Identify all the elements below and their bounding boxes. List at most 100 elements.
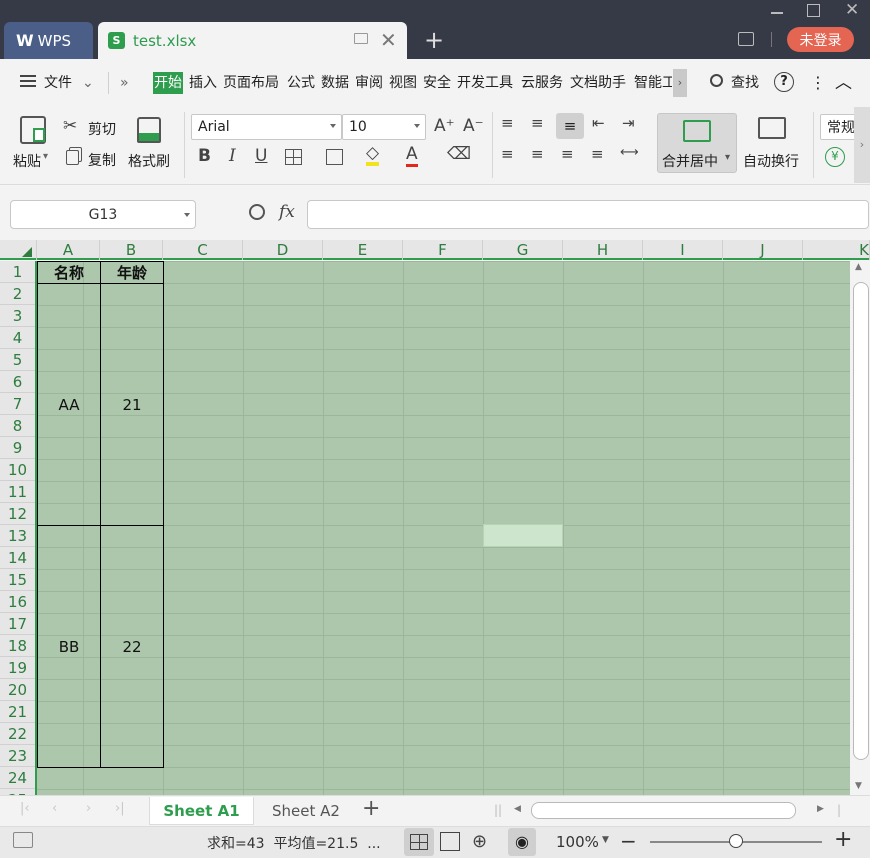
merge-center-button[interactable]: 合并居中 ▾ <box>657 113 737 173</box>
align-bottom-icon[interactable]: ≡ <box>556 113 584 139</box>
fill-color-icon[interactable]: ◇ <box>366 144 380 166</box>
tab-page-layout[interactable]: 页面布局 <box>223 72 279 94</box>
tab-developer[interactable]: 开发工具 <box>457 72 513 94</box>
bold-button[interactable]: B <box>198 146 211 166</box>
copy-button[interactable]: 复制 <box>88 150 116 170</box>
more-options-icon[interactable]: ⋮ <box>810 72 826 94</box>
fill-pattern-icon[interactable] <box>326 149 343 165</box>
cell-a13-merged-name[interactable]: BB <box>37 525 101 768</box>
scroll-left-icon[interactable]: ◀ <box>514 804 521 814</box>
col-header-e[interactable]: E <box>323 240 403 260</box>
add-sheet-button[interactable]: + <box>362 796 380 822</box>
scroll-right-icon[interactable]: ▶ <box>817 804 824 814</box>
currency-icon[interactable]: ¥ <box>825 147 845 167</box>
col-header-i[interactable]: I <box>643 240 723 260</box>
borders-icon[interactable] <box>285 149 302 165</box>
row-header-5[interactable]: 5 <box>0 349 35 371</box>
row-header-23[interactable]: 23 <box>0 745 35 767</box>
underline-button[interactable]: U <box>255 146 267 166</box>
row-header-8[interactable]: 8 <box>0 415 35 437</box>
col-header-h[interactable]: H <box>563 240 643 260</box>
help-icon[interactable]: ? <box>774 72 794 92</box>
tab-split-handle[interactable]: || <box>494 803 502 817</box>
zoom-dropdown-icon[interactable]: ▼ <box>602 835 609 845</box>
search-label[interactable]: 查找 <box>731 72 759 94</box>
tab-doc-assistant[interactable]: 文档助手 <box>570 72 626 94</box>
fx-button[interactable]: fx <box>279 202 295 222</box>
tab-formulas[interactable]: 公式 <box>287 72 315 94</box>
wrap-text-button[interactable]: 自动换行 <box>743 151 799 171</box>
prev-sheet-icon[interactable]: ‹ <box>52 801 57 816</box>
align-right-icon[interactable]: ≡ <box>561 145 574 163</box>
row-header-1[interactable]: 1 <box>0 261 35 283</box>
row-header-21[interactable]: 21 <box>0 701 35 723</box>
zoom-formula-icon[interactable] <box>249 204 265 220</box>
last-sheet-icon[interactable]: ›| <box>115 801 125 816</box>
layout-icon[interactable] <box>738 32 754 46</box>
status-layout-icon[interactable] <box>13 832 33 848</box>
page-layout-view-icon[interactable]: ⊕ <box>472 831 487 852</box>
row-header-24[interactable]: 24 <box>0 767 35 789</box>
font-name-select[interactable]: Arial <box>191 114 342 140</box>
format-painter-button[interactable]: 格式刷 <box>128 151 170 171</box>
align-top-icon[interactable]: ≡ <box>501 114 514 132</box>
col-header-j[interactable]: J <box>723 240 803 260</box>
col-header-k[interactable]: K <box>803 240 870 260</box>
horizontal-scroll-thumb[interactable] <box>531 802 796 819</box>
col-header-b[interactable]: B <box>100 240 163 260</box>
eraser-icon[interactable]: ⌫ <box>447 144 471 164</box>
row-header-18[interactable]: 18 <box>0 635 35 657</box>
row-header-10[interactable]: 10 <box>0 459 35 481</box>
scroll-up-icon[interactable]: ▲ <box>855 262 862 272</box>
row-header-6[interactable]: 6 <box>0 371 35 393</box>
tab-review[interactable]: 审阅 <box>355 72 383 94</box>
distributed-icon[interactable]: ⟷ <box>620 145 639 160</box>
select-all-corner[interactable] <box>0 240 37 260</box>
format-painter-icon[interactable] <box>137 117 161 143</box>
collapse-ribbon-icon[interactable]: ︿ <box>835 72 852 94</box>
paste-button[interactable]: 粘贴 <box>13 151 41 171</box>
increase-indent-icon[interactable]: ⇥ <box>622 114 635 132</box>
zoom-out-button[interactable]: − <box>620 829 637 853</box>
maximize-icon[interactable] <box>807 4 820 17</box>
align-middle-icon[interactable]: ≡ <box>531 114 544 132</box>
row-header-14[interactable]: 14 <box>0 547 35 569</box>
row-header-12[interactable]: 12 <box>0 503 35 525</box>
row-header-17[interactable]: 17 <box>0 613 35 635</box>
row-header-11[interactable]: 11 <box>0 481 35 503</box>
tab-cloud[interactable]: 云服务 <box>521 72 563 94</box>
increase-font-size-icon[interactable]: A⁺ <box>434 116 455 136</box>
cut-button[interactable]: 剪切 <box>88 119 116 139</box>
paste-icon[interactable] <box>20 116 46 144</box>
align-center-icon[interactable]: ≡ <box>531 145 544 163</box>
close-tab-icon[interactable]: ✕ <box>380 28 397 52</box>
page-break-view-icon[interactable] <box>440 832 460 851</box>
cell-grid[interactable]: 名称 年龄 AA 21 BB 22 <box>37 261 850 795</box>
cell-b13-merged-age[interactable]: 22 <box>100 525 164 768</box>
hscroll-split-handle[interactable]: | <box>837 803 841 817</box>
col-header-d[interactable]: D <box>243 240 323 260</box>
sheet-tab-a2[interactable]: Sheet A2 <box>256 797 356 825</box>
merge-dropdown-icon[interactable]: ▾ <box>725 152 730 163</box>
col-header-c[interactable]: C <box>163 240 243 260</box>
zoom-in-button[interactable]: + <box>834 827 852 852</box>
tab-smart-tools[interactable]: 智能工 <box>634 72 672 94</box>
tab-wps-home[interactable]: W WPS <box>4 22 93 59</box>
tab-data[interactable]: 数据 <box>321 72 349 94</box>
tab-file[interactable]: S test.xlsx ✕ <box>98 22 407 59</box>
cell-b2-merged-age[interactable]: 21 <box>100 283 164 526</box>
row-header-9[interactable]: 9 <box>0 437 35 459</box>
copy-icon[interactable] <box>66 150 79 165</box>
sheet-tab-a1[interactable]: Sheet A1 <box>149 797 254 825</box>
decrease-font-size-icon[interactable]: A⁻ <box>463 116 484 136</box>
row-header-7[interactable]: 7 <box>0 393 35 415</box>
align-left-icon[interactable]: ≡ <box>501 145 514 163</box>
monitor-icon[interactable] <box>354 33 368 44</box>
row-header-3[interactable]: 3 <box>0 305 35 327</box>
justify-icon[interactable]: ≡ <box>591 145 604 163</box>
paste-dropdown-icon[interactable]: ▾ <box>43 151 48 162</box>
first-sheet-icon[interactable]: |‹ <box>20 801 30 816</box>
scroll-down-icon[interactable]: ▼ <box>855 781 862 791</box>
vertical-scroll-thumb[interactable] <box>853 282 869 760</box>
col-header-a[interactable]: A <box>37 240 100 260</box>
